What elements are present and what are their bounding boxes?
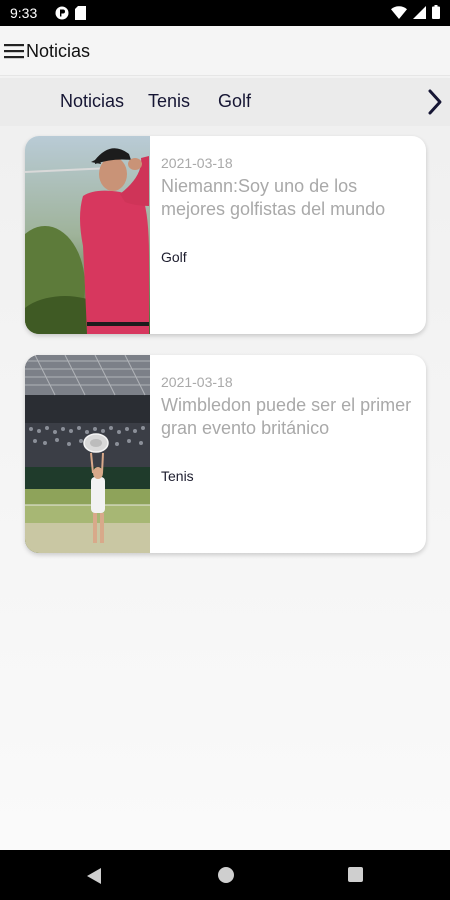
wimbledon-trophy-photo — [25, 355, 150, 553]
status-bar: 9:33 — [0, 0, 450, 26]
news-date: 2021-03-18 — [161, 155, 233, 171]
news-card[interactable]: 2021-03-18 Niemann:Soy uno de los mejore… — [25, 136, 426, 334]
status-left-icons — [55, 6, 86, 20]
category-tabs: Noticias Tenis Golf — [0, 78, 450, 126]
golfer-photo — [25, 136, 150, 334]
news-category: Golf — [161, 249, 187, 265]
news-title: Niemann:Soy uno de los mejores golfistas… — [161, 176, 386, 219]
news-date: 2021-03-18 — [161, 374, 233, 390]
news-card[interactable]: 2021-03-18 Wimbledon puede ser el primer… — [25, 355, 426, 553]
hamburger-menu-icon[interactable] — [4, 42, 24, 60]
signal-icon — [413, 5, 426, 19]
battery-icon — [432, 5, 440, 19]
tab-golf[interactable]: Golf — [218, 91, 251, 112]
status-time: 9:33 — [10, 5, 38, 21]
sd-card-icon — [75, 6, 86, 20]
system-nav-bar — [0, 850, 450, 900]
wifi-icon — [391, 5, 407, 19]
chevron-right-icon[interactable] — [426, 88, 444, 116]
news-list: 2021-03-18 Niemann:Soy uno de los mejore… — [0, 126, 450, 850]
app-title: Noticias — [26, 41, 91, 61]
status-right-icons — [391, 5, 440, 19]
tab-noticias[interactable]: Noticias — [60, 91, 124, 112]
p-circle-icon — [55, 6, 69, 20]
recents-icon[interactable] — [348, 867, 363, 882]
news-category: Tenis — [161, 468, 194, 484]
app-bar: Noticias — [0, 26, 450, 76]
news-title: Wimbledon puede ser el primer gran event… — [161, 395, 412, 438]
back-icon[interactable] — [86, 867, 102, 885]
home-icon[interactable] — [218, 867, 234, 883]
tab-tenis[interactable]: Tenis — [148, 91, 190, 112]
